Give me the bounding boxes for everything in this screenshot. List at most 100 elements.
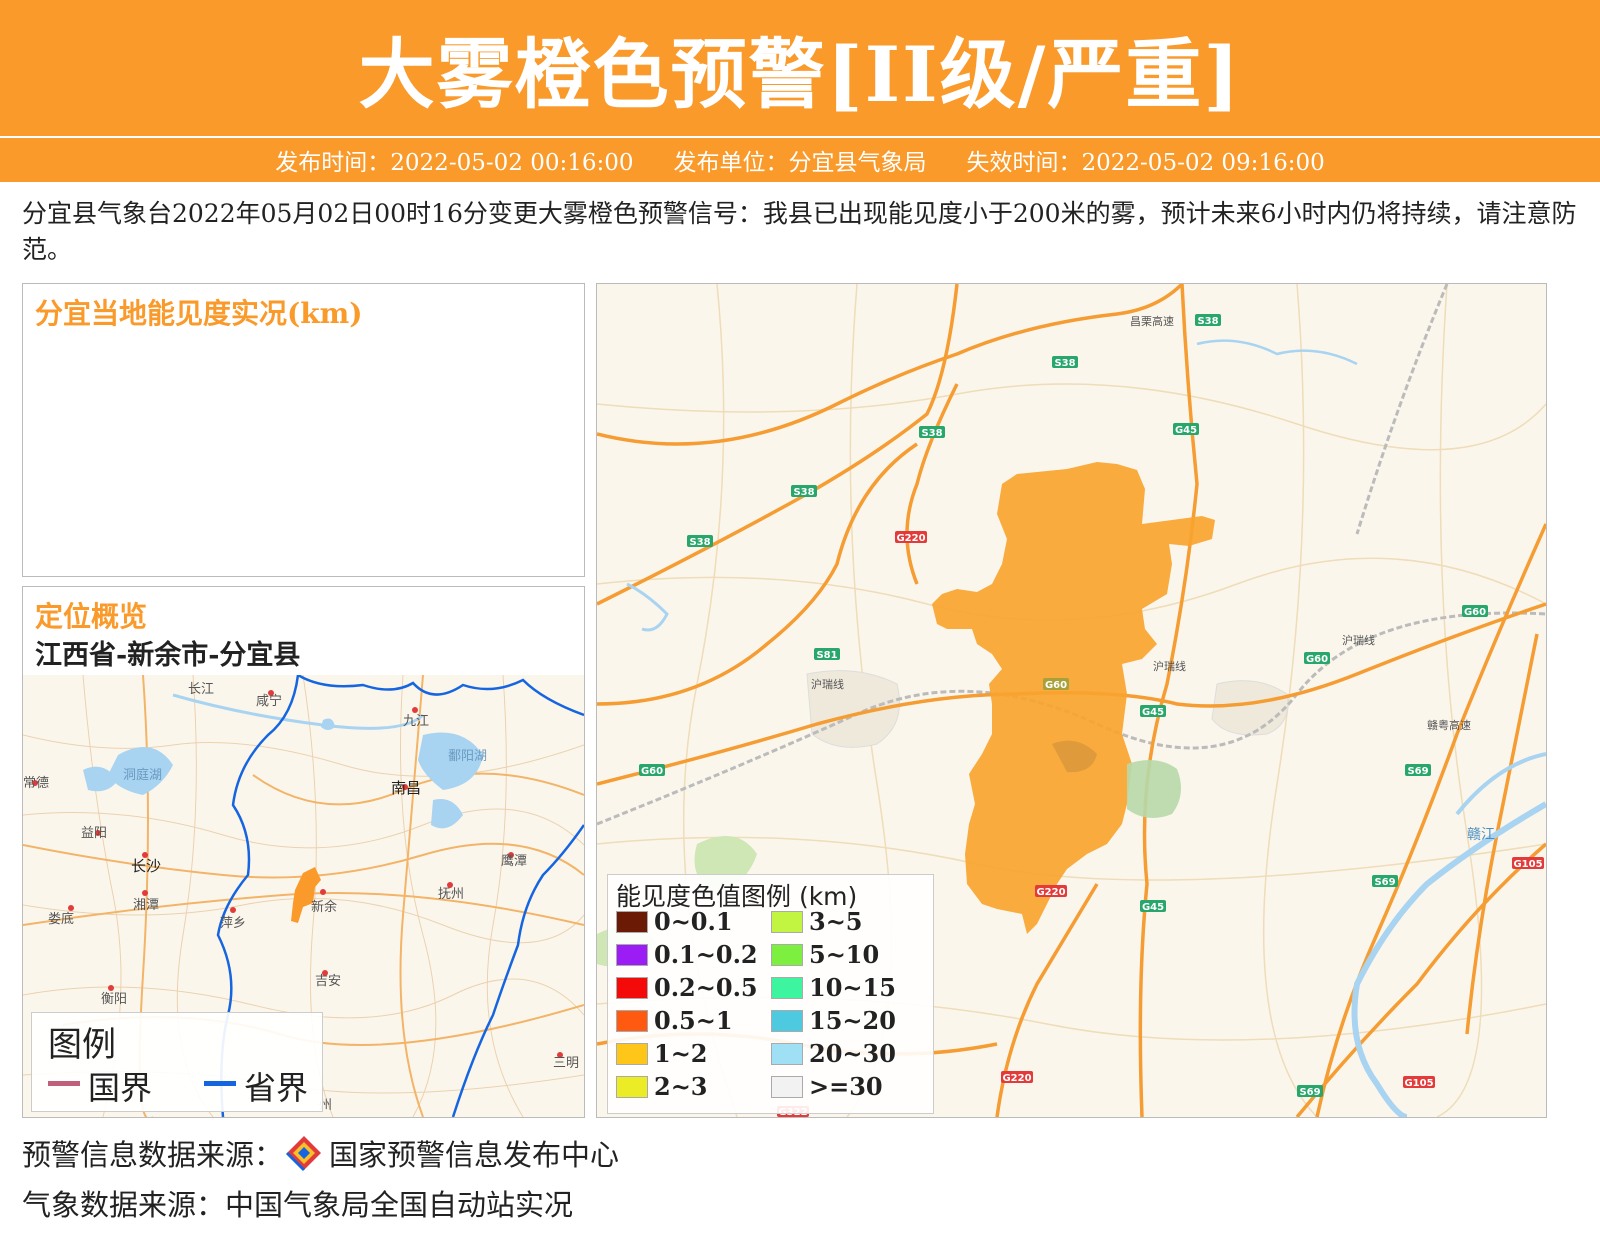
road-name: 昌栗高速 [1130,314,1174,328]
visibility-range-label: 10~15 [809,973,896,1002]
road-shield: G60 [1306,654,1328,665]
city-label: 咸宁 [256,693,282,709]
location-path: 江西省-新余市-分宜县 [35,640,301,671]
national-border-label: 国界 [88,1069,153,1107]
road-shield: G60 [1464,607,1486,618]
weather-source: 气象数据来源：中国气象局全国自动站实况 [22,1188,574,1222]
visibility-legend-item: 10~15 [771,973,896,1002]
visibility-legend-item: 1~2 [616,1039,708,1068]
road-shield: S38 [689,537,710,548]
visibility-color-swatch [616,943,648,966]
road-shield: G220 [1036,887,1065,898]
visibility-range-label: 15~20 [809,1006,896,1035]
visibility-color-swatch [616,910,648,933]
visibility-color-swatch [771,1042,803,1065]
location-panel-title: 定位概览 [35,600,148,633]
road-shield: S81 [816,650,837,661]
visibility-legend-item: 3~5 [771,907,863,936]
road-shield: S38 [793,487,814,498]
visibility-range-label: 20~30 [809,1039,896,1068]
visibility-color-swatch [616,1075,648,1098]
city-label: 三明 [553,1056,579,1071]
detail-map[interactable]: S38 S38 S38 S38 S38 G45 G45 G45 G220 G22… [596,283,1547,1118]
road-shield: S38 [1054,358,1075,369]
visibility-legend-item: 0.2~0.5 [616,973,758,1002]
road-shield: G105 [1404,1078,1433,1089]
road-shield: G45 [1142,902,1164,913]
publish-time: 发布时间：2022-05-02 00:16:00 [275,150,634,176]
road-shield: G45 [1175,425,1197,436]
city-label: 抚州 [438,887,464,902]
visibility-panel: 分宜当地能见度实况(km) [22,283,585,577]
city-label: 益阳 [81,826,107,841]
visibility-range-label: 0.1~0.2 [654,940,758,969]
road-shield: G45 [1142,707,1164,718]
road-shield: S38 [1197,316,1218,327]
visibility-legend-item: 0.1~0.2 [616,940,758,969]
visibility-range-label: 0.5~1 [654,1006,733,1035]
road-shield: S69 [1407,766,1428,777]
city-label: 鄱阳湖 [448,749,487,764]
warning-source-name: 国家预警信息发布中心 [329,1138,620,1172]
road-name: 沪瑞线 [1342,633,1375,647]
overview-legend: 图例 国界 省界 [31,1012,323,1112]
publisher: 发布单位：分宜县气象局 [673,150,927,176]
info-bar: 发布时间：2022-05-02 00:16:00 发布单位：分宜县气象局 失效时… [0,138,1600,182]
warning-source-label: 预警信息数据来源： [22,1138,284,1172]
city-label: 洞庭湖 [123,767,162,783]
road-shield: S69 [1299,1087,1320,1098]
visibility-color-swatch [771,1075,803,1098]
visibility-color-swatch [771,943,803,966]
visibility-color-swatch [616,976,648,999]
river-name: 赣江 [1467,827,1495,843]
visibility-legend-item: 0.5~1 [616,1006,733,1035]
visibility-legend-item: 15~20 [771,1006,896,1035]
visibility-color-swatch [771,1009,803,1032]
city-label: 长沙 [131,857,161,875]
road-name: 沪瑞线 [811,677,844,691]
road-shield: G60 [1045,680,1067,691]
visibility-color-swatch [616,1009,648,1032]
warning-source: 预警信息数据来源： 国家预警信息发布中心 [22,1132,619,1174]
visibility-legend-item: 2~3 [616,1072,708,1101]
city-label: 衡阳 [101,992,127,1007]
overview-map[interactable]: 长江 咸宁 九江 鄱阳湖 常德 洞庭湖 南昌 益阳 长沙 鹰潭 湘潭 抚州 新余… [23,675,584,1117]
road-shield: S69 [1374,877,1395,888]
visibility-color-swatch [616,1042,648,1065]
visibility-color-swatch [771,976,803,999]
road-name: 沪瑞线 [1153,659,1186,673]
road-shield: G220 [896,533,925,544]
warning-description: 分宜县气象台2022年05月02日00时16分变更大雾橙色预警信号：我县已出现能… [22,199,1577,264]
title-bar: 大雾橙色预警[II级/严重] [0,0,1600,136]
road-shield: G60 [641,766,663,777]
expire-time: 失效时间：2022-05-02 09:16:00 [966,150,1325,176]
visibility-range-label: 2~3 [654,1072,708,1101]
visibility-range-label: 3~5 [809,907,863,936]
visibility-range-label: 1~2 [654,1039,708,1068]
visibility-legend-item: >=30 [771,1072,883,1101]
warning-center-logo-icon [285,1136,322,1172]
road-name: 赣粤高速 [1427,718,1471,732]
national-border-swatch [48,1081,80,1086]
visibility-color-swatch [771,910,803,933]
city-label: 萍乡 [220,916,246,931]
city-label: 南昌 [391,779,421,797]
city-label: 鹰潭 [501,853,527,869]
city-label: 娄底 [48,911,74,927]
visibility-legend-item: 0~0.1 [616,907,733,936]
city-label: 九江 [403,714,429,729]
visibility-legend-item: 20~30 [771,1039,896,1068]
visibility-legend: 能见度色值图例 (km) 0~0.1 0.1~0.2 0.2~0.5 0.5~1 1~2… [607,874,934,1114]
warning-title: 大雾橙色预警[II级/严重] [358,30,1242,119]
visibility-legend-item: 5~10 [771,940,879,969]
city-label: 长江 [188,682,214,697]
road-shield: G220 [1002,1073,1031,1084]
visibility-range-label: 5~10 [809,940,880,969]
visibility-panel-title: 分宜当地能见度实况(km) [35,297,363,330]
visibility-range-label: >=30 [809,1072,883,1101]
road-shield: S38 [921,428,942,439]
visibility-range-label: 0~0.1 [654,907,733,936]
city-label: 常德 [23,776,49,791]
city-label: 吉安 [315,974,341,989]
city-label: 湘潭 [133,898,159,913]
